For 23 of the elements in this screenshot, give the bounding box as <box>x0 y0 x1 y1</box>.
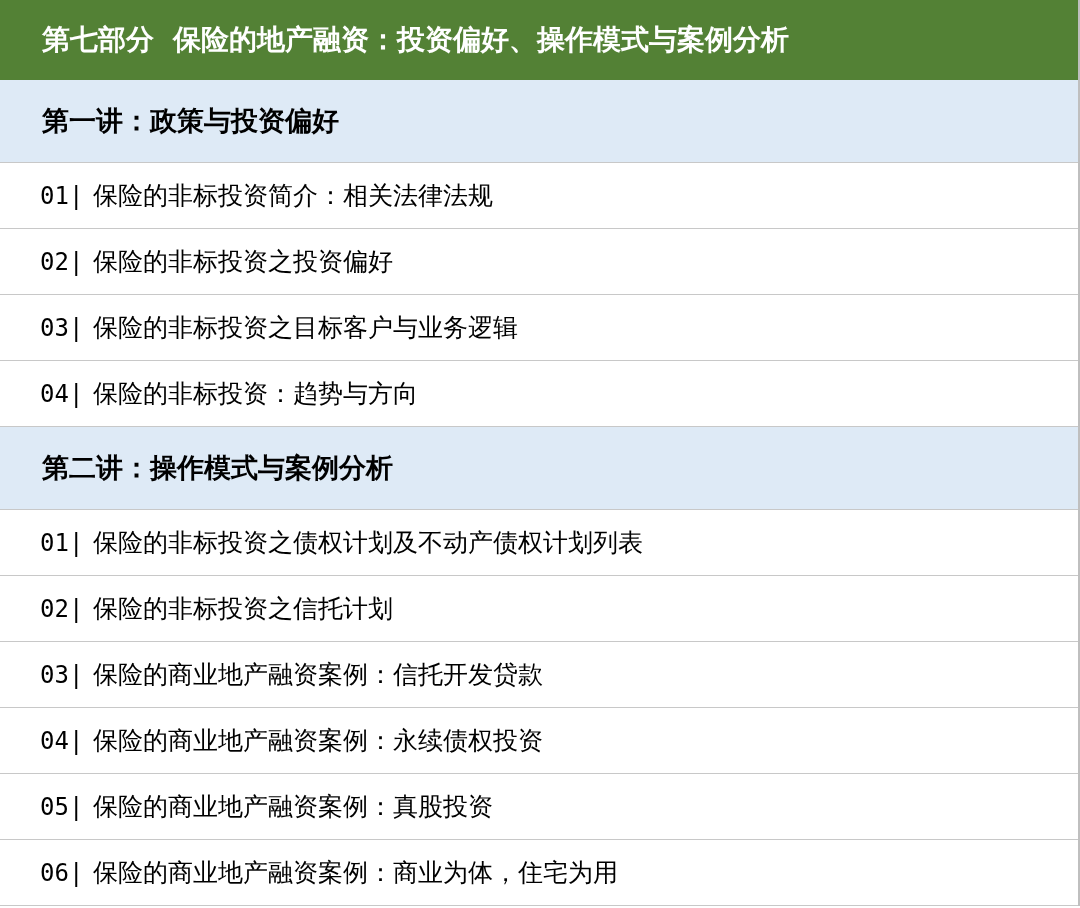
item-number: 06| <box>40 858 84 887</box>
item-title: 保险的商业地产融资案例：商业为体，住宅为用 <box>93 857 619 889</box>
item-number: 01| <box>40 528 84 557</box>
item-number: 04| <box>40 726 84 755</box>
section-title: 第一讲：政策与投资偏好 <box>42 104 339 138</box>
item-number: 02| <box>40 594 84 623</box>
item-title: 保险的商业地产融资案例：信托开发贷款 <box>93 659 544 691</box>
item-number: 01| <box>40 181 84 210</box>
item-number: 04| <box>40 379 84 408</box>
item-title: 保险的非标投资之投资偏好 <box>93 246 394 278</box>
item-number: 03| <box>40 660 84 689</box>
item-title: 保险的非标投资简介：相关法律法规 <box>93 180 494 212</box>
item-number: 03| <box>40 313 84 342</box>
item-number: 02| <box>40 247 84 276</box>
item-title: 保险的非标投资之债权计划及不动产债权计划列表 <box>93 527 644 559</box>
item-title: 保险的商业地产融资案例：永续债权投资 <box>93 725 544 757</box>
item-title: 保险的非标投资之信托计划 <box>93 593 394 625</box>
item-number: 05| <box>40 792 84 821</box>
table-title: 第七部分 保险的地产融资：投资偏好、操作模式与案例分析 <box>42 22 790 58</box>
item-title: 保险的商业地产融资案例：真股投资 <box>93 791 494 823</box>
section-title: 第二讲：操作模式与案例分析 <box>42 451 393 485</box>
item-title: 保险的非标投资之目标客户与业务逻辑 <box>93 312 519 344</box>
item-title: 保险的非标投资：趋势与方向 <box>93 378 419 410</box>
